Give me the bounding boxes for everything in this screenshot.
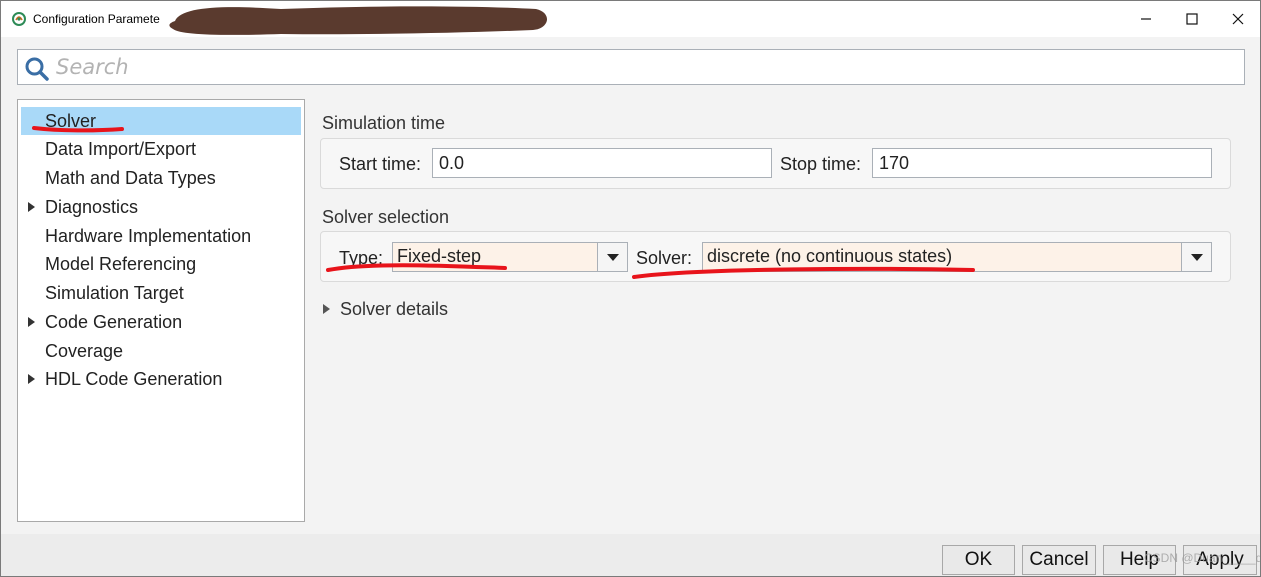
- nav-item-hardware-implementation[interactable]: Hardware Implementation: [21, 222, 301, 250]
- configuration-parameters-window: Configuration Paramete Solver Data I: [0, 0, 1261, 577]
- maximize-icon: [1186, 13, 1198, 25]
- simulink-app-icon: [12, 12, 26, 26]
- solver-selection-heading: Solver selection: [322, 207, 450, 227]
- search-input[interactable]: [56, 50, 1226, 84]
- ok-button[interactable]: OK: [942, 545, 1015, 575]
- solver-details-label: Solver details: [340, 299, 449, 319]
- nav-item-hdl-code-generation[interactable]: HDL Code Generation: [21, 365, 301, 393]
- nav-item-label: Math and Data Types: [45, 168, 216, 188]
- button-bar: OK Cancel Help Apply: [1, 534, 1260, 576]
- window-title: Configuration Paramete: [33, 12, 160, 26]
- stop-time-label: Stop time:: [780, 154, 862, 174]
- title-bar: Configuration Paramete: [1, 1, 1260, 37]
- nav-item-coverage[interactable]: Coverage: [21, 337, 301, 365]
- category-tree: Solver Data Import/Export Math and Data …: [17, 99, 305, 522]
- nav-item-label: Simulation Target: [45, 283, 184, 303]
- nav-item-label: Coverage: [45, 341, 124, 361]
- nav-item-diagnostics[interactable]: Diagnostics: [21, 193, 301, 221]
- minimize-button[interactable]: [1123, 1, 1169, 37]
- nav-item-label: HDL Code Generation: [45, 369, 223, 389]
- nav-item-code-generation[interactable]: Code Generation: [21, 308, 301, 336]
- minimize-icon: [1141, 18, 1151, 20]
- nav-item-data-import-export[interactable]: Data Import/Export: [21, 135, 301, 163]
- nav-item-simulation-target[interactable]: Simulation Target: [21, 279, 301, 307]
- watermark-text: CSDN @Duan_____d: [1144, 551, 1261, 565]
- nav-item-label: Hardware Implementation: [45, 226, 252, 246]
- solver-dropdown-arrow-button[interactable]: [1181, 243, 1211, 271]
- nav-item-model-referencing[interactable]: Model Referencing: [21, 250, 301, 278]
- nav-item-label: Code Generation: [45, 312, 183, 332]
- expand-arrow-icon[interactable]: [28, 202, 35, 212]
- search-icon: [25, 57, 49, 81]
- nav-item-label: Data Import/Export: [45, 139, 197, 159]
- solver-label: Solver:: [636, 248, 693, 268]
- maximize-button[interactable]: [1169, 1, 1215, 37]
- expand-arrow-icon[interactable]: [28, 317, 35, 327]
- search-area: [1, 37, 1260, 97]
- type-dropdown-arrow-button[interactable]: [597, 243, 627, 271]
- start-time-label: Start time:: [339, 154, 422, 174]
- chevron-down-icon: [1191, 254, 1203, 261]
- start-time-field[interactable]: [432, 148, 772, 178]
- type-label: Type:: [339, 248, 384, 268]
- nav-item-label: Diagnostics: [45, 197, 139, 217]
- nav-item-solver[interactable]: Solver: [21, 107, 301, 135]
- close-icon: [1232, 13, 1244, 25]
- type-dropdown[interactable]: Fixed-step: [392, 242, 628, 272]
- cancel-button[interactable]: Cancel: [1022, 545, 1096, 575]
- search-box[interactable]: [17, 49, 1245, 85]
- nav-item-label: Solver: [45, 111, 97, 131]
- redaction-mark: [169, 6, 548, 35]
- expand-arrow-icon: [323, 304, 330, 314]
- simulation-time-group: Start time: Stop time:: [320, 138, 1231, 189]
- nav-item-label: Model Referencing: [45, 254, 197, 274]
- simulation-time-heading: Simulation time: [322, 113, 446, 133]
- close-button[interactable]: [1215, 1, 1260, 37]
- expand-arrow-icon[interactable]: [28, 374, 35, 384]
- stop-time-field[interactable]: [872, 148, 1212, 178]
- solver-dropdown[interactable]: discrete (no continuous states): [702, 242, 1212, 272]
- nav-item-math-and-data-types[interactable]: Math and Data Types: [21, 164, 301, 192]
- solver-dropdown-value: discrete (no continuous states): [707, 246, 953, 266]
- type-dropdown-value: Fixed-step: [397, 246, 482, 266]
- solver-selection-group: Type: Fixed-step Solver: discrete (no co…: [320, 231, 1231, 282]
- chevron-down-icon: [607, 254, 619, 261]
